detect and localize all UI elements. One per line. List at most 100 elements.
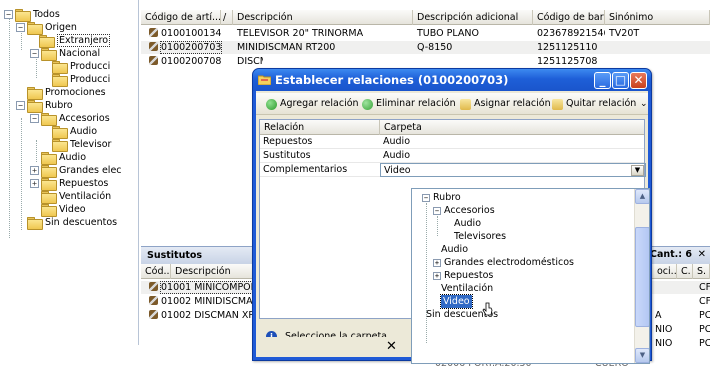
tree-item-rubro[interactable]: − Rubro	[16, 99, 73, 113]
tree-item-televisores[interactable]: Televisor	[52, 138, 111, 152]
column-header-barcode[interactable]: Código de barras	[533, 10, 605, 25]
status-cell: CF	[699, 282, 710, 293]
dropdown-item-audio-sub[interactable]: Audio	[454, 217, 481, 230]
tree-item-origen[interactable]: − Origen	[16, 21, 77, 35]
extra-cell: Q-8150	[417, 42, 453, 53]
dropdown-item-televisores[interactable]: Televisores	[454, 230, 506, 243]
description-cell: DISCMAN XR DS20	[237, 56, 263, 67]
folder-icon	[52, 61, 68, 74]
tree-item-grandes[interactable]: + Grandes elec	[30, 164, 122, 178]
tree-item-ventilacion[interactable]: Ventilación	[41, 190, 111, 204]
dialog-titlebar[interactable]: Establecer relaciones (0100200703)	[253, 69, 651, 91]
relation-cell: Repuestos	[263, 136, 313, 147]
folder-icon	[27, 22, 43, 35]
table-row[interactable]: 0100200708 DISCMAN XR DS20 1251125708	[141, 55, 710, 68]
dropdown-scrollbar[interactable]: ▲ ▼	[634, 189, 649, 363]
unassign-relation-button[interactable]: Quitar relación	[552, 97, 636, 111]
column-header-extra[interactable]: Descripción adicional	[413, 10, 533, 25]
tree-line	[21, 118, 22, 230]
expand-icon[interactable]: +	[433, 271, 441, 280]
folder-icon	[41, 152, 57, 165]
relations-dialog: Establecer relaciones (0100200703) _ □ ✕…	[252, 68, 652, 364]
collapse-icon[interactable]: −	[30, 114, 39, 123]
collapse-icon[interactable]: −	[422, 193, 430, 202]
expand-icon[interactable]: +	[30, 166, 39, 175]
collapse-icon[interactable]: −	[16, 101, 25, 110]
folder-dropdown: − Rubro − Accesorios Audio Televisores A…	[411, 188, 650, 364]
relation-row[interactable]: Complementarios Video ▼	[260, 163, 646, 177]
column-header-relation[interactable]: Relación	[260, 120, 380, 135]
tree-item-todos[interactable]: − Todos	[4, 8, 60, 22]
folder-icon	[52, 139, 68, 152]
tree-line	[426, 203, 427, 343]
dropdown-item-accesorios[interactable]: − Accesorios	[433, 204, 495, 217]
relation-cell: Sustitutos	[263, 150, 311, 161]
dropdown-item-audio[interactable]: Audio	[441, 243, 468, 256]
table-row-selected[interactable]: 0100200703 MINIDISCMAN RT200 Q-8150 1251…	[141, 41, 710, 54]
maximize-button[interactable]: □	[612, 72, 629, 89]
tree-item-promociones[interactable]: Promociones	[27, 86, 106, 100]
expand-icon[interactable]: +	[30, 179, 39, 188]
scroll-down-icon[interactable]: ▼	[635, 348, 649, 363]
remove-relation-button[interactable]: Eliminar relación	[362, 97, 456, 111]
column-header-synonym[interactable]: Sinónimo	[605, 10, 710, 25]
description-cell: MINIDISCMAN RT200	[237, 42, 336, 53]
column-header-price[interactable]: oci...	[653, 264, 677, 279]
close-icon[interactable]: ✕	[698, 247, 706, 263]
add-relation-button[interactable]: Agregar relación	[266, 97, 359, 111]
product-icon	[149, 282, 158, 291]
tree-item-nacional[interactable]: − Nacional	[30, 47, 101, 61]
tree-item-audio-sub[interactable]: Audio	[52, 125, 97, 139]
collapse-icon[interactable]: −	[433, 206, 441, 215]
tree-item-video[interactable]: Video	[41, 203, 86, 217]
column-header-c[interactable]: C.	[677, 264, 693, 279]
tree-item-accesorios[interactable]: − Accesorios	[30, 112, 110, 126]
dropdown-item-rubro[interactable]: − Rubro	[422, 191, 461, 204]
code-cell: 01001 MINICOMPON	[145, 281, 255, 294]
relation-row[interactable]: Repuestos Audio	[260, 135, 644, 149]
tree-item-produccion-1[interactable]: Producci	[52, 60, 110, 74]
close-button[interactable]: ✕	[630, 72, 647, 89]
tree-item-sin-descuentos[interactable]: Sin descuentos	[27, 216, 117, 230]
barcode-cell: 023678921546	[537, 28, 605, 39]
collapse-icon[interactable]: −	[4, 10, 13, 19]
folder-icon	[41, 48, 57, 61]
column-header-description[interactable]: Descripción	[171, 264, 253, 279]
dialog-body: Agregar relación Eliminar relación Asign…	[256, 91, 650, 364]
tree-item-repuestos[interactable]: + Repuestos	[30, 177, 108, 191]
column-header-description[interactable]: Descripción	[233, 10, 413, 25]
collapse-icon[interactable]: −	[16, 23, 25, 32]
dropdown-item-repuestos[interactable]: + Repuestos	[433, 269, 493, 282]
folder-icon	[27, 217, 43, 230]
toolbar-overflow-icon[interactable]: ⌄	[640, 97, 648, 111]
column-header-s[interactable]: S.	[693, 264, 710, 279]
dropdown-item-grandes[interactable]: + Grandes electrodomésticos	[433, 256, 574, 269]
column-header-code[interactable]: Código de artí...	[141, 10, 221, 25]
dropdown-item-video-selected[interactable]: Video	[440, 294, 473, 309]
dropdown-arrow-icon[interactable]: ▼	[631, 165, 644, 176]
code-cell: 0100100134	[145, 27, 233, 40]
tree-line	[36, 140, 37, 162]
column-header-code[interactable]: Cód... /	[141, 264, 171, 279]
table-row[interactable]: 0100100134 TELEVISOR 20" TRINORMA TUBO P…	[141, 27, 710, 40]
tree-item-produccion-2[interactable]: Producci	[52, 73, 110, 87]
folder-select[interactable]: Video ▼	[380, 163, 646, 177]
tree-line	[9, 14, 10, 238]
minimize-button[interactable]: _	[594, 72, 611, 89]
column-header-folder[interactable]: Carpeta	[380, 120, 646, 135]
folder-icon	[52, 126, 68, 139]
scroll-up-icon[interactable]: ▲	[635, 189, 649, 204]
collapse-icon[interactable]: −	[30, 49, 39, 58]
dropdown-item-ventilacion[interactable]: Ventilación	[441, 282, 493, 295]
scroll-thumb[interactable]	[635, 227, 649, 327]
folder-icon	[15, 9, 31, 22]
tree-item-audio[interactable]: Audio	[41, 151, 86, 165]
tree-item-extranjero[interactable]: Extranjero	[39, 34, 111, 48]
assign-relation-button[interactable]: Asignar relación	[460, 97, 551, 111]
tree-item-label: Nacional	[59, 48, 101, 59]
cancel-icon[interactable]: ✕	[386, 339, 397, 354]
sort-indicator: /	[221, 10, 233, 25]
expand-icon[interactable]: +	[433, 258, 441, 267]
relation-row[interactable]: Sustitutos Audio	[260, 149, 644, 163]
product-icon	[149, 56, 158, 65]
